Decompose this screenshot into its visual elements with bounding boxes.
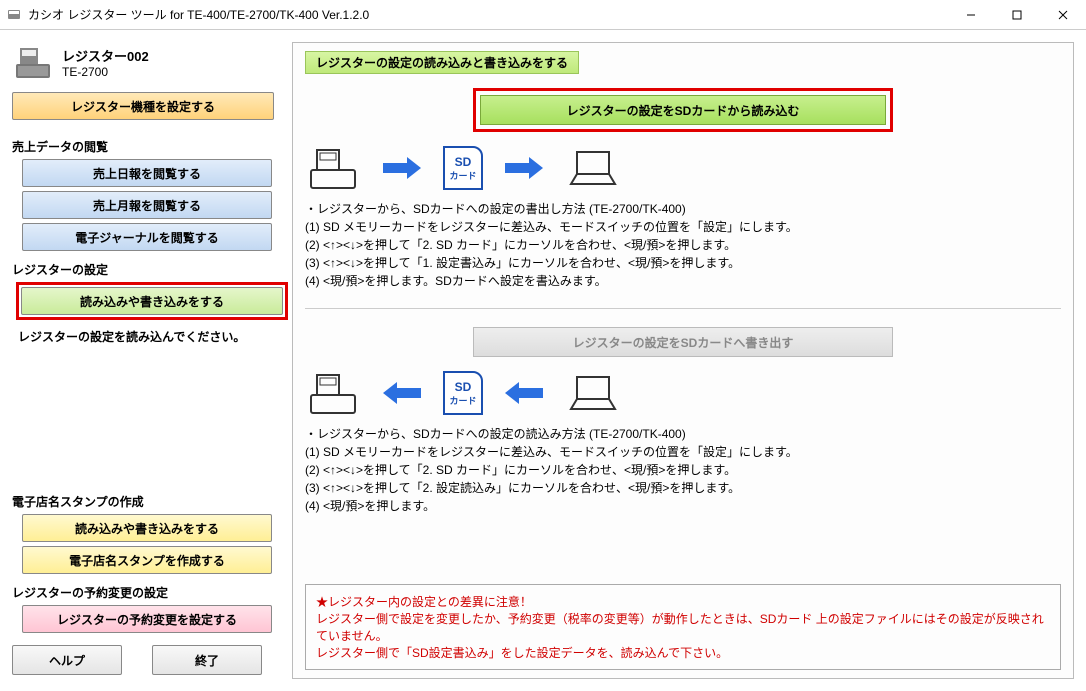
read-button-highlight: レジスターの設定をSDカードから読み込む — [473, 88, 893, 132]
warning-box: ★レジスター内の設定との差異に注意！ レジスター側で設定を変更したか、予約変更（… — [305, 584, 1061, 670]
maximize-button[interactable] — [994, 0, 1040, 30]
register-icon — [305, 144, 361, 192]
group-reserve-title: レジスターの予約変更の設定 — [12, 584, 282, 601]
notes-read: ・レジスターから、SDカードへの設定の書出し方法 (TE-2700/TK-400… — [305, 200, 1061, 290]
minimize-button[interactable] — [948, 0, 994, 30]
window-title: カシオ レジスター ツール for TE-400/TE-2700/TK-400 … — [28, 6, 948, 23]
arrow-right-icon — [501, 153, 547, 183]
laptop-icon — [565, 144, 621, 192]
stamp-rw-button[interactable]: 読み込みや書き込みをする — [22, 514, 272, 542]
main-title: レジスターの設定の読み込みと書き込みをする — [305, 51, 579, 74]
flow-write: SDカード — [305, 369, 1061, 417]
device-name: レジスター002 — [62, 46, 149, 65]
group-settings-title: レジスターの設定 — [12, 261, 282, 278]
register-icon — [305, 369, 361, 417]
titlebar: カシオ レジスター ツール for TE-400/TE-2700/TK-400 … — [0, 0, 1086, 30]
sidebar: レジスター002 TE-2700 レジスター機種を設定する 売上データの閲覧 売… — [12, 42, 282, 679]
group-sales-title: 売上データの閲覧 — [12, 138, 282, 155]
help-button[interactable]: ヘルプ — [12, 645, 122, 675]
stamp-create-button[interactable]: 電子店名スタンプを作成する — [22, 546, 272, 574]
read-from-sd-button[interactable]: レジスターの設定をSDカードから読み込む — [480, 95, 886, 125]
sidebar-instruction: レジスターの設定を読み込んでください。 — [18, 328, 282, 345]
sd-card-icon: SDカード — [443, 371, 483, 415]
group-stamp-title: 電子店名スタンプの作成 — [12, 493, 282, 510]
exit-button[interactable]: 終了 — [152, 645, 262, 675]
reserve-button[interactable]: レジスターの予約変更を設定する — [22, 605, 272, 633]
register-icon — [12, 42, 54, 82]
daily-report-button[interactable]: 売上日報を閲覧する — [22, 159, 272, 187]
monthly-report-button[interactable]: 売上月報を閲覧する — [22, 191, 272, 219]
settings-rw-button[interactable]: 読み込みや書き込みをする — [21, 287, 283, 315]
device-info: レジスター002 TE-2700 — [12, 42, 282, 82]
write-to-sd-button[interactable]: レジスターの設定をSDカードへ書き出す — [473, 327, 893, 357]
rw-button-highlight: 読み込みや書き込みをする — [16, 282, 288, 320]
sd-card-icon: SDカード — [443, 146, 483, 190]
device-model: TE-2700 — [62, 65, 149, 79]
flow-read: SDカード — [305, 144, 1061, 192]
arrow-right-icon — [379, 153, 425, 183]
main-panel: レジスターの設定の読み込みと書き込みをする レジスターの設定をSDカードから読み… — [292, 42, 1074, 679]
laptop-icon — [565, 369, 621, 417]
configure-register-button[interactable]: レジスター機種を設定する — [12, 92, 274, 120]
arrow-left-icon — [501, 378, 547, 408]
journal-button[interactable]: 電子ジャーナルを閲覧する — [22, 223, 272, 251]
close-button[interactable] — [1040, 0, 1086, 30]
notes-write: ・レジスターから、SDカードへの設定の読込み方法 (TE-2700/TK-400… — [305, 425, 1061, 515]
arrow-left-icon — [379, 378, 425, 408]
app-icon — [6, 7, 22, 23]
